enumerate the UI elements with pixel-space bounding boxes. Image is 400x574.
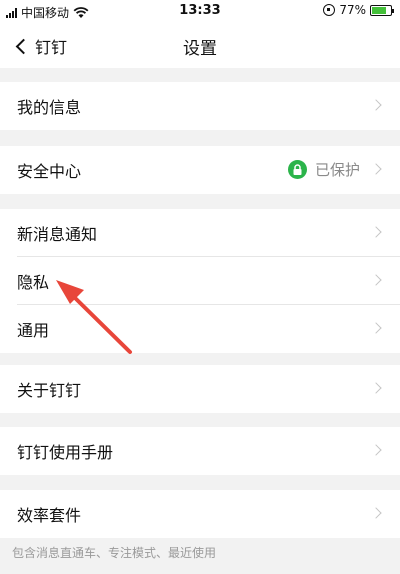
row-my-info[interactable]: 我的信息 [0,82,400,130]
row-label: 隐私 [17,273,50,292]
row-privacy[interactable]: 隐私 [0,257,400,305]
chevron-right-icon [370,444,382,456]
row-security-center[interactable]: 安全中心 已保护 [0,146,400,194]
chevron-right-icon [370,274,382,286]
battery-fill [372,6,386,14]
row-label: 安全中心 [17,162,82,181]
chevron-right-icon [370,226,382,238]
row-efficiency-suite[interactable]: 效率套件 [0,490,400,538]
security-status-text: 已保护 [314,161,360,179]
rotation-lock-icon [323,4,336,16]
chevron-right-icon [370,99,382,111]
status-right: 77% [323,3,394,17]
row-label: 新消息通知 [17,225,98,244]
chevron-right-icon [370,322,382,334]
page-title: 设置 [183,39,217,59]
status-bar: 中国移动 13:33 77% [0,0,400,22]
row-user-manual[interactable]: 钉钉使用手册 [0,427,400,475]
battery-percent: 77% [339,3,366,17]
row-label: 通用 [17,321,50,340]
lock-icon [287,160,307,179]
row-label: 效率套件 [17,506,82,525]
row-about-dingtalk[interactable]: 关于钉钉 [0,365,400,413]
chevron-right-icon [370,163,382,175]
row-general[interactable]: 通用 [0,305,400,353]
nav-bar: 钉钉 设置 [0,22,400,68]
row-label: 我的信息 [17,98,82,117]
efficiency-suite-description: 包含消息直通车、专注模式、最近使用 [12,546,217,560]
chevron-right-icon [370,507,382,519]
row-label: 关于钉钉 [17,381,82,400]
security-status: 已保护 [287,159,360,180]
battery-icon [370,4,394,16]
chevron-right-icon [370,382,382,394]
row-new-message-notifications[interactable]: 新消息通知 [0,209,400,257]
row-label: 钉钉使用手册 [17,443,114,462]
